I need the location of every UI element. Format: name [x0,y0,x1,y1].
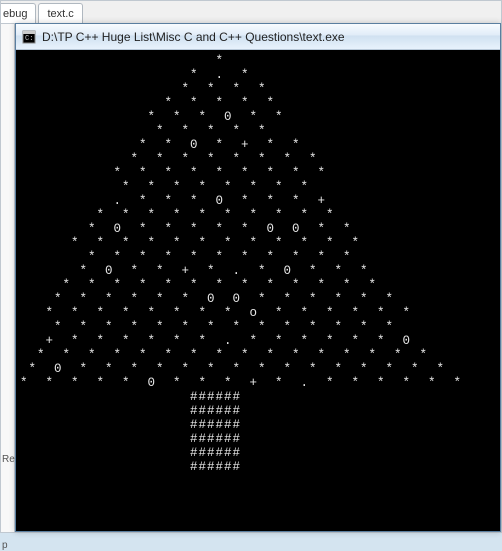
editor-background: ebug text.c Re p C: D:\TP C++ Huge List\… [0,0,502,533]
tab-label: ebug [3,8,27,20]
window-title: D:\TP C++ Huge List\Misc C and C++ Quest… [42,30,345,44]
console-icon: C: [22,30,36,44]
tab-textc[interactable]: text.c [38,3,82,23]
tab-strip: ebug text.c [1,1,85,23]
console-output[interactable]: * * . * * * * * * * * * * * * * 0 * * * … [16,50,500,531]
editor-gutter: Re p [1,23,15,532]
svg-text:C:: C: [25,35,33,43]
gutter-label: p [2,540,8,551]
gutter-label: Re [2,454,15,465]
tab-debug[interactable]: ebug [1,3,36,23]
titlebar[interactable]: C: D:\TP C++ Huge List\Misc C and C++ Qu… [16,24,500,50]
console-window: C: D:\TP C++ Huge List\Misc C and C++ Qu… [15,23,501,532]
tab-label: text.c [47,8,73,20]
